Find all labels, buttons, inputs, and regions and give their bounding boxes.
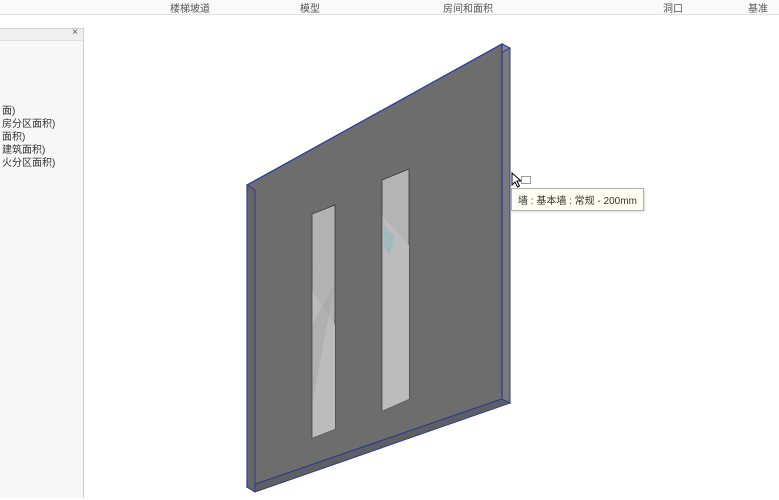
side-item[interactable]: 房分区面积)	[0, 118, 83, 131]
ribbon-tab-datum[interactable]: 基准	[738, 0, 778, 15]
side-item[interactable]: 火分区面积)	[0, 157, 83, 170]
wall-model[interactable]	[87, 15, 779, 500]
ribbon-tab-stairs-ramp[interactable]: 楼梯坡道	[160, 0, 220, 15]
ribbon-tab-room-area[interactable]: 房间和面积	[433, 0, 503, 15]
side-item[interactable]: 面积)	[0, 131, 83, 144]
side-panel-header: ×	[0, 29, 83, 41]
wall-front-face[interactable]	[247, 44, 502, 487]
side-item[interactable]: 面)	[0, 105, 83, 118]
ribbon-tabs-row: 楼梯坡道 模型 房间和面积 洞口 基准	[0, 0, 779, 14]
wall-left-face	[247, 185, 255, 492]
element-tooltip: 墙 : 基本墙 : 常规 - 200mm	[511, 188, 644, 211]
viewport-3d[interactable]: 墙 : 基本墙 : 常规 - 200mm	[87, 15, 779, 500]
close-icon[interactable]: ×	[69, 28, 81, 40]
ribbon-tab-opening[interactable]: 洞口	[653, 0, 693, 15]
side-panel: × 面) 房分区面积) 面积) 建筑面积) 火分区面积)	[0, 28, 84, 498]
ribbon-tab-model[interactable]: 模型	[290, 0, 330, 15]
wall-right-face	[502, 44, 510, 403]
side-item[interactable]: 建筑面积)	[0, 144, 83, 157]
side-panel-items: 面) 房分区面积) 面积) 建筑面积) 火分区面积)	[0, 41, 83, 170]
